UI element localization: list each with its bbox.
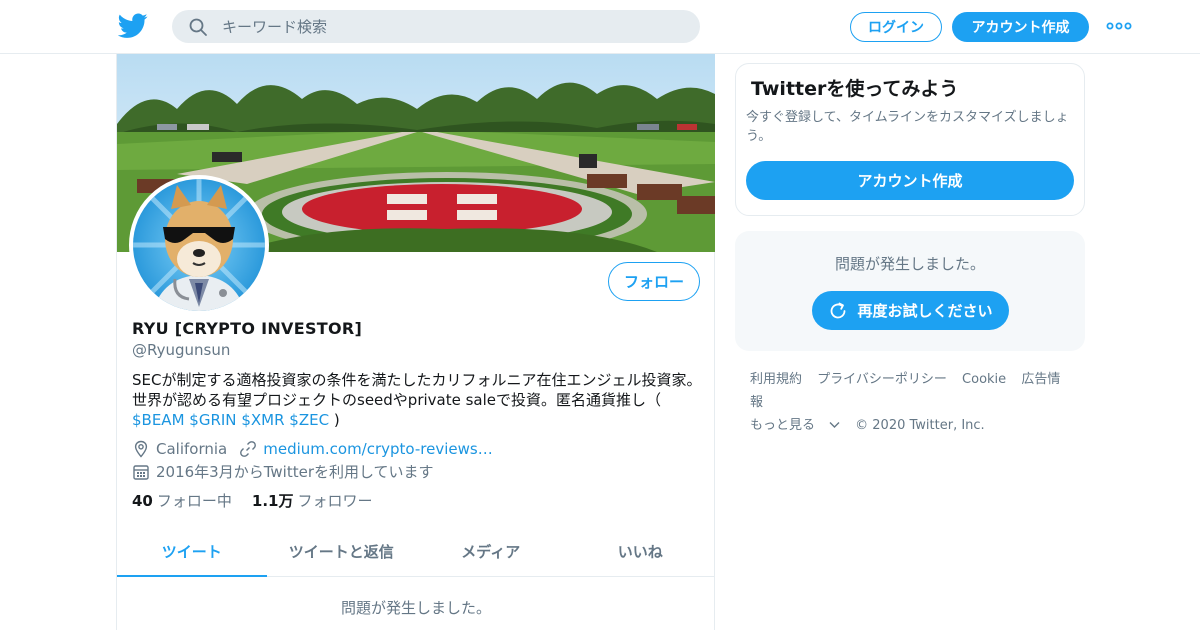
profile-stats: 40 フォロー中 1.1万 フォロワー	[132, 490, 392, 511]
sidebar-error-card: 問題が発生しました。 再度お試しください	[735, 231, 1085, 351]
more-dots-icon[interactable]	[1106, 18, 1132, 34]
footer-more-link[interactable]: もっと見る	[750, 418, 840, 433]
follow-button[interactable]: フォロー	[608, 262, 700, 301]
refresh-icon	[831, 302, 846, 318]
bio-hashtag-xmr[interactable]: $XMR	[241, 411, 284, 429]
search-bar	[172, 10, 700, 43]
followers-stat[interactable]: 1.1万 フォロワー	[252, 490, 373, 511]
footer-second-row: もっと見る © 2020 Twitter, Inc.	[750, 414, 1080, 437]
search-input[interactable]	[222, 10, 682, 43]
profile-website-link[interactable]: medium.com/crypto-reviews…	[263, 440, 493, 458]
calendar-icon	[133, 464, 149, 480]
tab-tweets-and-replies[interactable]: ツイートと返信	[267, 526, 417, 576]
top-navigation-bar: ログイン アカウント作成	[0, 0, 1200, 54]
following-stat[interactable]: 40 フォロー中	[132, 490, 232, 511]
footer-link-terms[interactable]: 利用規約	[750, 372, 802, 387]
following-count: 40	[132, 492, 153, 510]
chevron-down-icon	[829, 422, 840, 428]
retry-label: 再度お試しください	[857, 302, 993, 320]
profile-handle[interactable]: @Ryugunsun	[132, 341, 230, 359]
footer-link-cookie[interactable]: Cookie	[962, 372, 1006, 387]
bio-end: )	[333, 411, 340, 429]
try-twitter-title: Twitterを使ってみよう	[751, 78, 959, 100]
profile-bio: SECが制定する適格投資家の条件を満たしたカリフォルニア在住エンジェル投資家。 …	[132, 370, 702, 430]
footer-link-privacy[interactable]: プライバシーポリシー	[817, 372, 947, 387]
sidebar-signup-button[interactable]: アカウント作成	[746, 161, 1074, 200]
sidebar-footer: 利用規約 プライバシーポリシー Cookie 広告情報 もっと見る © 2020…	[750, 368, 1080, 437]
profile-tabs: ツイート ツイートと返信 メディア いいね	[117, 526, 715, 577]
bio-hashtag-grin[interactable]: $GRIN	[189, 411, 236, 429]
profile-joined-row: 2016年3月からTwitterを利用しています	[132, 461, 434, 482]
profile-name: RYU [CRYPTO INVESTOR]	[132, 319, 363, 338]
footer-links-row: 利用規約 プライバシーポリシー Cookie 広告情報	[750, 368, 1080, 414]
try-twitter-card: Twitterを使ってみよう 今すぐ登録して、タイムラインをカスタマイズしましょ…	[735, 63, 1085, 216]
twitter-bird-icon[interactable]	[118, 13, 148, 39]
profile-joined-date: 2016年3月からTwitterを利用しています	[156, 463, 434, 481]
signup-button[interactable]: アカウント作成	[952, 12, 1089, 42]
search-icon	[189, 18, 207, 36]
following-label: フォロー中	[156, 492, 232, 510]
profile-meta-row: California medium.com/crypto-reviews…	[132, 440, 493, 458]
link-icon	[240, 441, 257, 457]
profile-column: フォロー RYU [CRYPTO INVESTOR] @Ryugunsun SE…	[116, 54, 715, 630]
try-twitter-description: 今すぐ登録して、タイムラインをカスタマイズしましょう。	[746, 110, 1069, 144]
tab-likes[interactable]: いいね	[566, 526, 716, 576]
login-button[interactable]: ログイン	[850, 12, 942, 42]
profile-location: California	[156, 440, 228, 458]
sidebar-error-message: 問題が発生しました。	[834, 255, 985, 273]
bio-text: SECが制定する適格投資家の条件を満たしたカリフォルニア在住エンジェル投資家。 …	[132, 371, 702, 409]
tab-media[interactable]: メディア	[416, 526, 566, 576]
followers-count: 1.1万	[251, 492, 294, 510]
timeline-error-message: 問題が発生しました。	[340, 599, 491, 617]
profile-avatar[interactable]	[129, 175, 269, 315]
bio-hashtag-beam[interactable]: $BEAM	[132, 411, 185, 429]
footer-copyright: © 2020 Twitter, Inc.	[855, 418, 985, 433]
bio-hashtag-zec[interactable]: $ZEC	[289, 411, 329, 429]
location-pin-icon	[134, 440, 148, 458]
tab-tweets[interactable]: ツイート	[117, 526, 267, 577]
retry-button[interactable]: 再度お試しください	[812, 291, 1009, 330]
followers-label: フォロワー	[297, 492, 373, 510]
